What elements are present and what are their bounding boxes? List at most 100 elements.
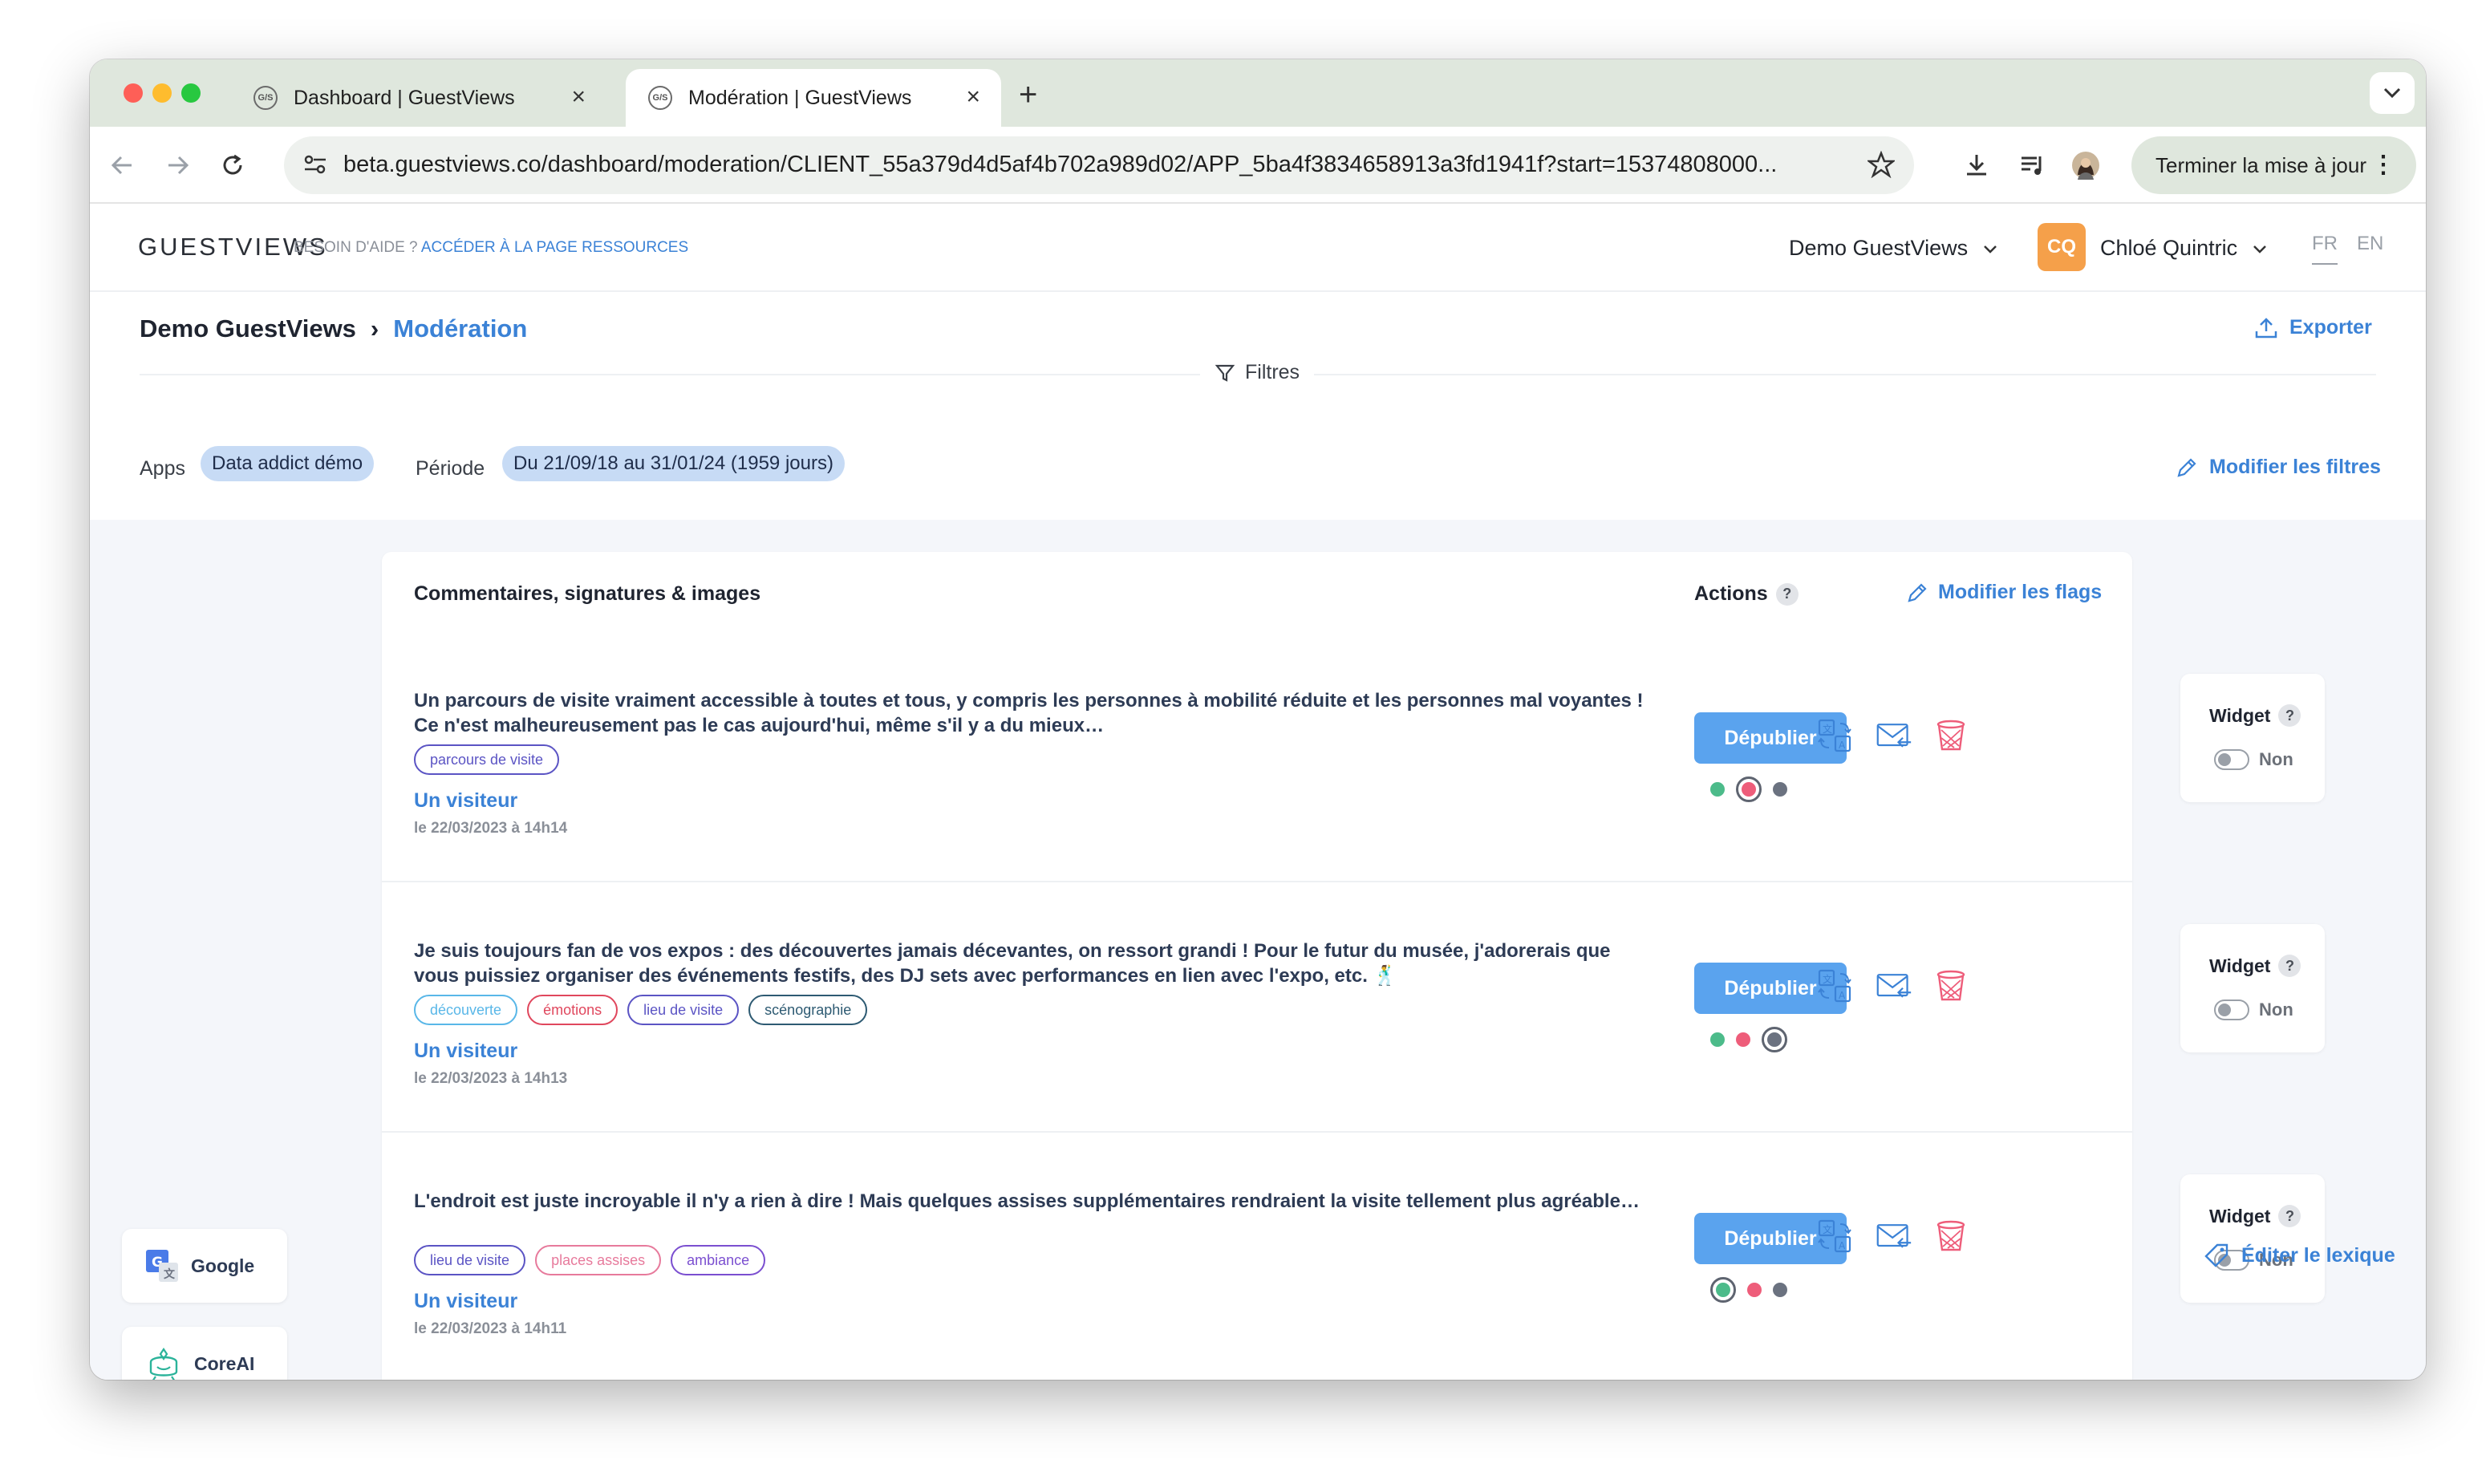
browser-window: G/S Dashboard | GuestViews × G/S Modérat…	[90, 59, 2426, 1380]
tab-dashboard[interactable]: G/S Dashboard | GuestViews ×	[231, 69, 606, 127]
widget-label: Widget	[2209, 1205, 2271, 1227]
tab-moderation[interactable]: G/S Modération | GuestViews ×	[626, 69, 1001, 127]
tag[interactable]: lieu de visite	[627, 995, 740, 1025]
close-window-button[interactable]	[124, 83, 143, 103]
widget-card: Widget? Non	[2180, 1174, 2325, 1303]
actions-header: Actions ?	[1694, 582, 1799, 606]
translate-icon[interactable]: 文A	[1816, 1218, 1853, 1255]
help-question-icon[interactable]: ?	[2278, 955, 2301, 977]
reply-mail-icon[interactable]	[1876, 1218, 1912, 1255]
breadcrumb-org[interactable]: Demo GuestViews	[140, 314, 356, 343]
widget-toggle[interactable]: Non	[2214, 749, 2293, 770]
help-question-icon[interactable]: ?	[1775, 582, 1799, 606]
site-settings-icon[interactable]	[302, 151, 329, 182]
resources-link[interactable]: ACCÉDER À LA PAGE RESSOURCES	[421, 239, 688, 256]
comment-row: L'endroit est juste incroyable il n'y a …	[382, 1133, 2132, 1380]
tag[interactable]: parcours de visite	[414, 744, 560, 775]
language-en[interactable]: EN	[2357, 233, 2383, 255]
download-icon[interactable]	[1962, 151, 1991, 180]
export-label: Exporter	[2289, 316, 2372, 339]
reply-mail-icon[interactable]	[1876, 717, 1912, 754]
update-label: Terminer la mise à jour	[2155, 152, 2366, 177]
tag[interactable]: ambiance	[671, 1245, 766, 1275]
coreai-button[interactable]: CoreAI	[122, 1327, 287, 1380]
reply-mail-icon[interactable]	[1876, 967, 1912, 1004]
language-fr[interactable]: FR	[2312, 233, 2338, 265]
forward-arrow-icon[interactable]	[164, 151, 193, 180]
toggle-switch[interactable]	[2214, 749, 2249, 770]
status-grey-dot[interactable]	[1773, 1283, 1787, 1297]
status-green-dot[interactable]	[1710, 1277, 1736, 1303]
browser-menu-icon[interactable]: ⋮	[2371, 151, 2395, 179]
status-dots	[1710, 776, 1799, 802]
author-link[interactable]: Un visiteur	[414, 1040, 517, 1063]
widget-toggle-label: Non	[2259, 999, 2293, 1020]
edit-filters-button[interactable]: Modifier les filtres	[2176, 456, 2381, 479]
status-red-dot[interactable]	[1736, 776, 1762, 802]
edit-flags-label: Modifier les flags	[1938, 581, 2103, 603]
app-header: GUESTVIEWS BESOIN D'AIDE ? ACCÉDER À LA …	[90, 205, 2426, 292]
translate-icon[interactable]: 文A	[1816, 967, 1853, 1004]
trash-icon[interactable]	[1935, 1218, 1972, 1255]
filters-toggle[interactable]: Filtres	[1200, 361, 1315, 384]
tab-search-chevron-icon[interactable]	[2370, 72, 2415, 114]
card-title: Commentaires, signatures & images	[414, 582, 761, 605]
profile-avatar-icon[interactable]	[2071, 151, 2100, 180]
tab-label: Dashboard | GuestViews	[294, 86, 515, 109]
address-bar[interactable]: beta.guestviews.co/dashboard/moderation/…	[284, 136, 1914, 194]
edit-flags-button[interactable]: Modifier les flags	[1906, 581, 2102, 604]
guestviews-favicon-icon: G/S	[253, 86, 278, 110]
maximize-window-button[interactable]	[181, 83, 201, 103]
svg-text:A: A	[1839, 1240, 1846, 1251]
help-question-icon[interactable]: ?	[2278, 1205, 2301, 1227]
status-grey-dot[interactable]	[1773, 782, 1787, 797]
close-tab-icon[interactable]: ×	[966, 85, 980, 109]
widget-toggle[interactable]: Non	[2214, 999, 2293, 1020]
tag[interactable]: scénographie	[748, 995, 868, 1025]
status-red-dot[interactable]	[1747, 1283, 1762, 1297]
comments-card: Commentaires, signatures & images Action…	[382, 552, 2132, 1380]
chevron-down-icon	[1983, 245, 1997, 253]
chevron-right-icon: ›	[370, 314, 379, 343]
minimize-window-button[interactable]	[152, 83, 172, 103]
tag[interactable]: découverte	[414, 995, 518, 1025]
help-question-icon[interactable]: ?	[2278, 704, 2301, 727]
edit-filters-label: Modifier les filtres	[2209, 456, 2381, 478]
author-link[interactable]: Un visiteur	[414, 789, 517, 813]
comment-date: le 22/03/2023 à 14h11	[414, 1320, 567, 1337]
reload-icon[interactable]	[218, 151, 247, 180]
widget-card: Widget? Non	[2180, 924, 2325, 1052]
apps-chip: Data addict démo	[201, 446, 375, 481]
google-translate-icon: G文	[146, 1250, 178, 1282]
trash-icon[interactable]	[1935, 967, 1972, 1004]
export-button[interactable]: Exporter	[2254, 316, 2372, 339]
translate-icon[interactable]: 文A	[1816, 717, 1853, 754]
google-translate-button[interactable]: G文 Google	[122, 1229, 287, 1303]
finish-update-button[interactable]: Terminer la mise à jour ⋮	[2131, 136, 2416, 194]
tag[interactable]: lieu de visite	[414, 1245, 526, 1275]
google-label: Google	[191, 1255, 255, 1276]
user-avatar[interactable]: CQ	[2038, 223, 2086, 271]
comment-text: Je suis toujours fan de vos expos : des …	[414, 940, 1611, 987]
breadcrumb: Demo GuestViews › Modération	[140, 314, 527, 343]
status-grey-dot[interactable]	[1762, 1027, 1787, 1052]
user-menu[interactable]: Chloé Quintric	[2100, 236, 2268, 261]
edit-lexicon-button[interactable]: Éditer le lexique	[2203, 1242, 2395, 1269]
toggle-switch[interactable]	[2214, 999, 2249, 1020]
back-arrow-icon[interactable]	[107, 151, 136, 180]
close-tab-icon[interactable]: ×	[571, 85, 586, 109]
widget-title: Widget?	[2209, 955, 2301, 977]
widget-label: Widget	[2209, 955, 2271, 976]
bookmark-star-icon[interactable]	[1866, 150, 1896, 182]
status-green-dot[interactable]	[1710, 782, 1725, 797]
tag[interactable]: places assises	[535, 1245, 662, 1275]
media-controls-icon[interactable]	[2018, 151, 2047, 180]
author-link[interactable]: Un visiteur	[414, 1290, 517, 1313]
organization-selector[interactable]: Demo GuestViews	[1789, 236, 1998, 261]
trash-icon[interactable]	[1935, 717, 1972, 754]
new-tab-plus-icon[interactable]: +	[1019, 77, 1037, 113]
organization-name: Demo GuestViews	[1789, 236, 1969, 260]
status-green-dot[interactable]	[1710, 1032, 1725, 1047]
tag[interactable]: émotions	[527, 995, 618, 1025]
status-red-dot[interactable]	[1736, 1032, 1750, 1047]
